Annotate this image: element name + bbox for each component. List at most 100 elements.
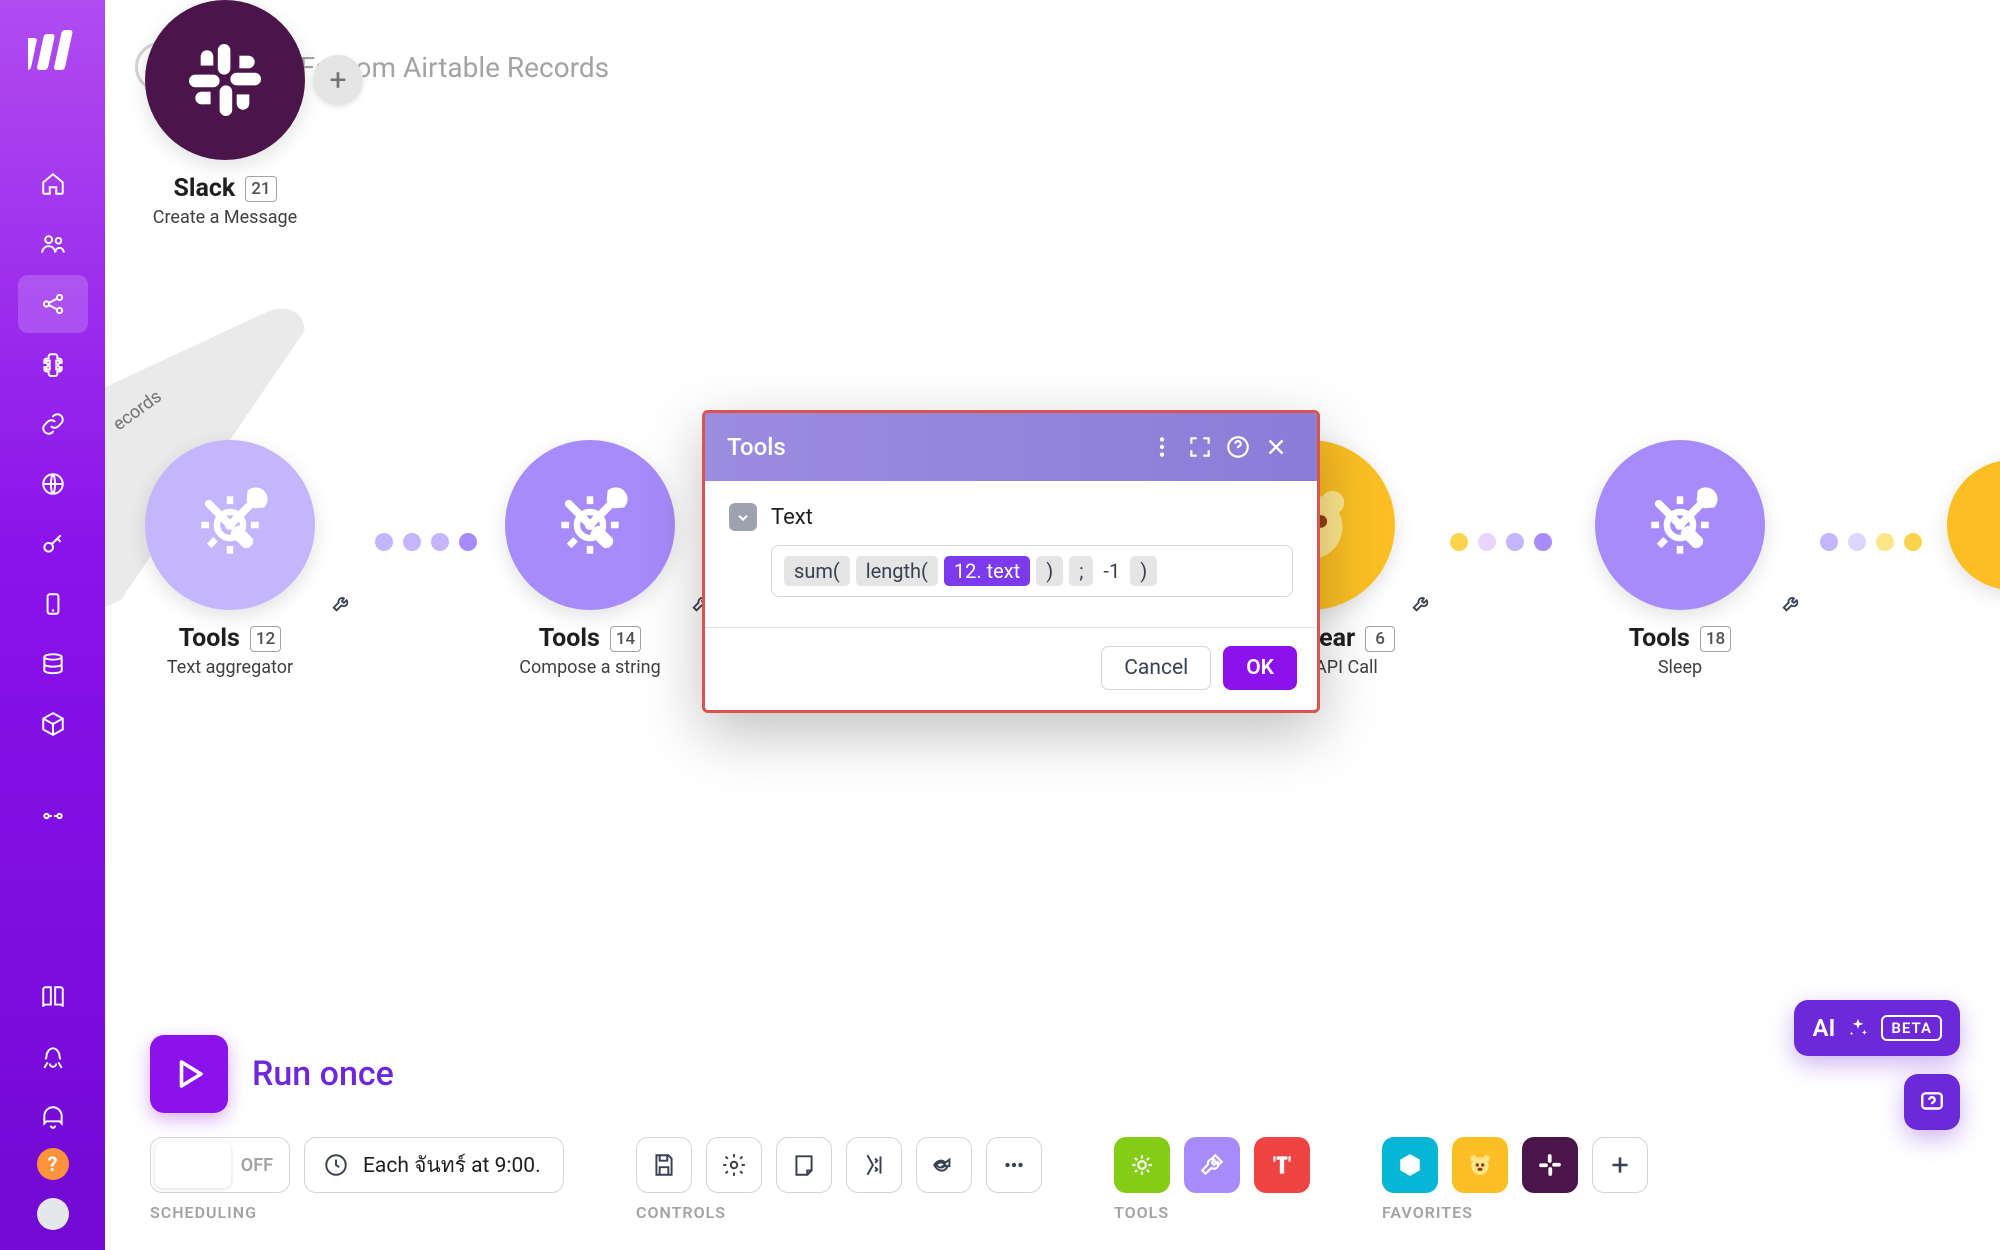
help-fab[interactable]	[1904, 1074, 1960, 1130]
fav-slack[interactable]	[1522, 1137, 1578, 1193]
tool-tile-tools[interactable]	[1184, 1137, 1240, 1193]
module-title-text: Tools	[1629, 624, 1690, 653]
module-badge: 18	[1700, 626, 1731, 652]
module-title-text: Tools	[539, 624, 600, 653]
ai-label: AI	[1812, 1014, 1835, 1042]
ok-button[interactable]: OK	[1223, 646, 1297, 690]
nav-webhooks[interactable]	[18, 455, 88, 513]
module-badge: 14	[610, 626, 641, 652]
tool-tile-flow[interactable]	[1114, 1137, 1170, 1193]
nav-whatsnew[interactable]	[18, 1028, 88, 1086]
run-once-button[interactable]	[150, 1035, 228, 1113]
field-label: Text	[771, 505, 813, 530]
module-sub: Sleep	[1595, 657, 1765, 678]
schedule-switch[interactable]: OFF	[150, 1137, 290, 1193]
nav-datastores[interactable]	[18, 635, 88, 693]
connector-dots	[1820, 533, 1922, 551]
control-explain[interactable]	[916, 1137, 972, 1193]
dialog-help-icon[interactable]	[1219, 428, 1257, 466]
group-favorites: FAVORITES	[1382, 1137, 1648, 1222]
wrench-icon[interactable]	[1411, 592, 1433, 618]
token-variable[interactable]: 12. text	[944, 556, 1030, 586]
wrench-icon[interactable]	[331, 592, 353, 618]
add-module-button[interactable]: +	[313, 55, 363, 105]
token-close[interactable]: )	[1130, 556, 1157, 586]
module-tools-1[interactable]: Tools 12 Text aggregator	[145, 440, 315, 678]
nav-docs[interactable]	[18, 968, 88, 1026]
wrench-icon[interactable]	[1781, 592, 1803, 618]
module-slack-title-text: Slack	[173, 174, 235, 203]
fav-bannerbear[interactable]	[1452, 1137, 1508, 1193]
module-tools-5[interactable]: Tools 18 Sleep	[1595, 440, 1765, 678]
bottom-bar: Run once OFF Each จันทร์ at 9:00. SCHEDU…	[150, 1035, 1960, 1222]
nav-templates[interactable]	[18, 335, 88, 393]
nav-devices[interactable]	[18, 575, 88, 633]
module-title-text: Tools	[179, 624, 240, 653]
dialog-footer: Cancel OK	[705, 627, 1317, 710]
make-logo[interactable]	[27, 18, 79, 70]
module-slack[interactable]: + Slack 21 Create a Message	[145, 0, 305, 228]
help-badge[interactable]: ?	[37, 1148, 69, 1180]
nav-more[interactable]	[18, 787, 88, 845]
control-more[interactable]	[986, 1137, 1042, 1193]
user-avatar[interactable]	[37, 1198, 69, 1230]
group-label: CONTROLS	[636, 1203, 1042, 1222]
module-edge-next[interactable]	[1947, 460, 2000, 590]
module-slack-bubble[interactable]: +	[145, 0, 305, 160]
control-settings[interactable]	[706, 1137, 762, 1193]
schedule-pill[interactable]: Each จันทร์ at 9:00.	[304, 1137, 564, 1193]
module-tools-2[interactable]: Tools 14 Compose a string	[505, 440, 675, 678]
control-autoalign[interactable]	[846, 1137, 902, 1193]
dialog-body: Text sum( length( 12. text ) ; -1 )	[705, 481, 1317, 607]
control-save[interactable]	[636, 1137, 692, 1193]
connector-dots	[1450, 533, 1552, 551]
module-tools-5-bubble[interactable]	[1595, 440, 1765, 610]
floating-actions: AI BETA	[1794, 1000, 1960, 1130]
formula-input[interactable]: sum( length( 12. text ) ; -1 )	[771, 545, 1293, 597]
group-label: SCHEDULING	[150, 1203, 564, 1222]
cancel-button[interactable]: Cancel	[1101, 646, 1211, 690]
ai-button[interactable]: AI BETA	[1794, 1000, 1960, 1056]
module-slack-title: Slack 21	[145, 174, 305, 203]
module-sub: Compose a string	[505, 657, 675, 678]
module-tools-5-title: Tools 18	[1595, 624, 1765, 653]
nav-notifications[interactable]	[18, 1088, 88, 1146]
dialog-title: Tools	[727, 433, 786, 461]
token-close[interactable]: )	[1036, 556, 1063, 586]
beta-badge: BETA	[1881, 1015, 1942, 1041]
dialog-header[interactable]: Tools	[705, 413, 1317, 481]
module-edge-bubble[interactable]	[1947, 460, 2000, 590]
dialog-menu-icon[interactable]	[1143, 428, 1181, 466]
run-once-label: Run once	[252, 1054, 394, 1094]
nav-team[interactable]	[18, 215, 88, 273]
token-semicolon[interactable]: ;	[1069, 556, 1093, 586]
schedule-text: Each จันทร์ at 9:00.	[363, 1149, 541, 1182]
module-tools-2-title: Tools 14	[505, 624, 675, 653]
nav-keys[interactable]	[18, 515, 88, 573]
field-toggle[interactable]	[729, 503, 757, 531]
nav-home[interactable]	[18, 155, 88, 213]
fav-add[interactable]	[1592, 1137, 1648, 1193]
token-fn-sum[interactable]: sum(	[784, 556, 850, 586]
dialog-expand-icon[interactable]	[1181, 428, 1219, 466]
connector-dots	[375, 533, 477, 551]
module-badge: 6	[1365, 626, 1395, 652]
module-slack-sub: Create a Message	[145, 207, 305, 228]
control-notes[interactable]	[776, 1137, 832, 1193]
group-controls: CONTROLS	[636, 1137, 1042, 1222]
nav-functions[interactable]	[18, 695, 88, 753]
module-tools-1-bubble[interactable]	[145, 440, 315, 610]
group-label: FAVORITES	[1382, 1203, 1648, 1222]
nav-connections[interactable]	[18, 395, 88, 453]
left-sidebar: ?	[0, 0, 105, 1250]
fav-box[interactable]	[1382, 1137, 1438, 1193]
tool-tile-text[interactable]	[1254, 1137, 1310, 1193]
module-config-dialog: Tools Text sum( length( 12. text ) ; -1	[702, 410, 1320, 713]
token-literal[interactable]: -1	[1099, 556, 1124, 586]
module-sub: Text aggregator	[145, 657, 315, 678]
token-fn-length[interactable]: length(	[856, 556, 938, 586]
nav-scenarios[interactable]	[18, 275, 88, 333]
dialog-close-icon[interactable]	[1257, 428, 1295, 466]
switch-state: OFF	[241, 1155, 273, 1176]
module-tools-2-bubble[interactable]	[505, 440, 675, 610]
